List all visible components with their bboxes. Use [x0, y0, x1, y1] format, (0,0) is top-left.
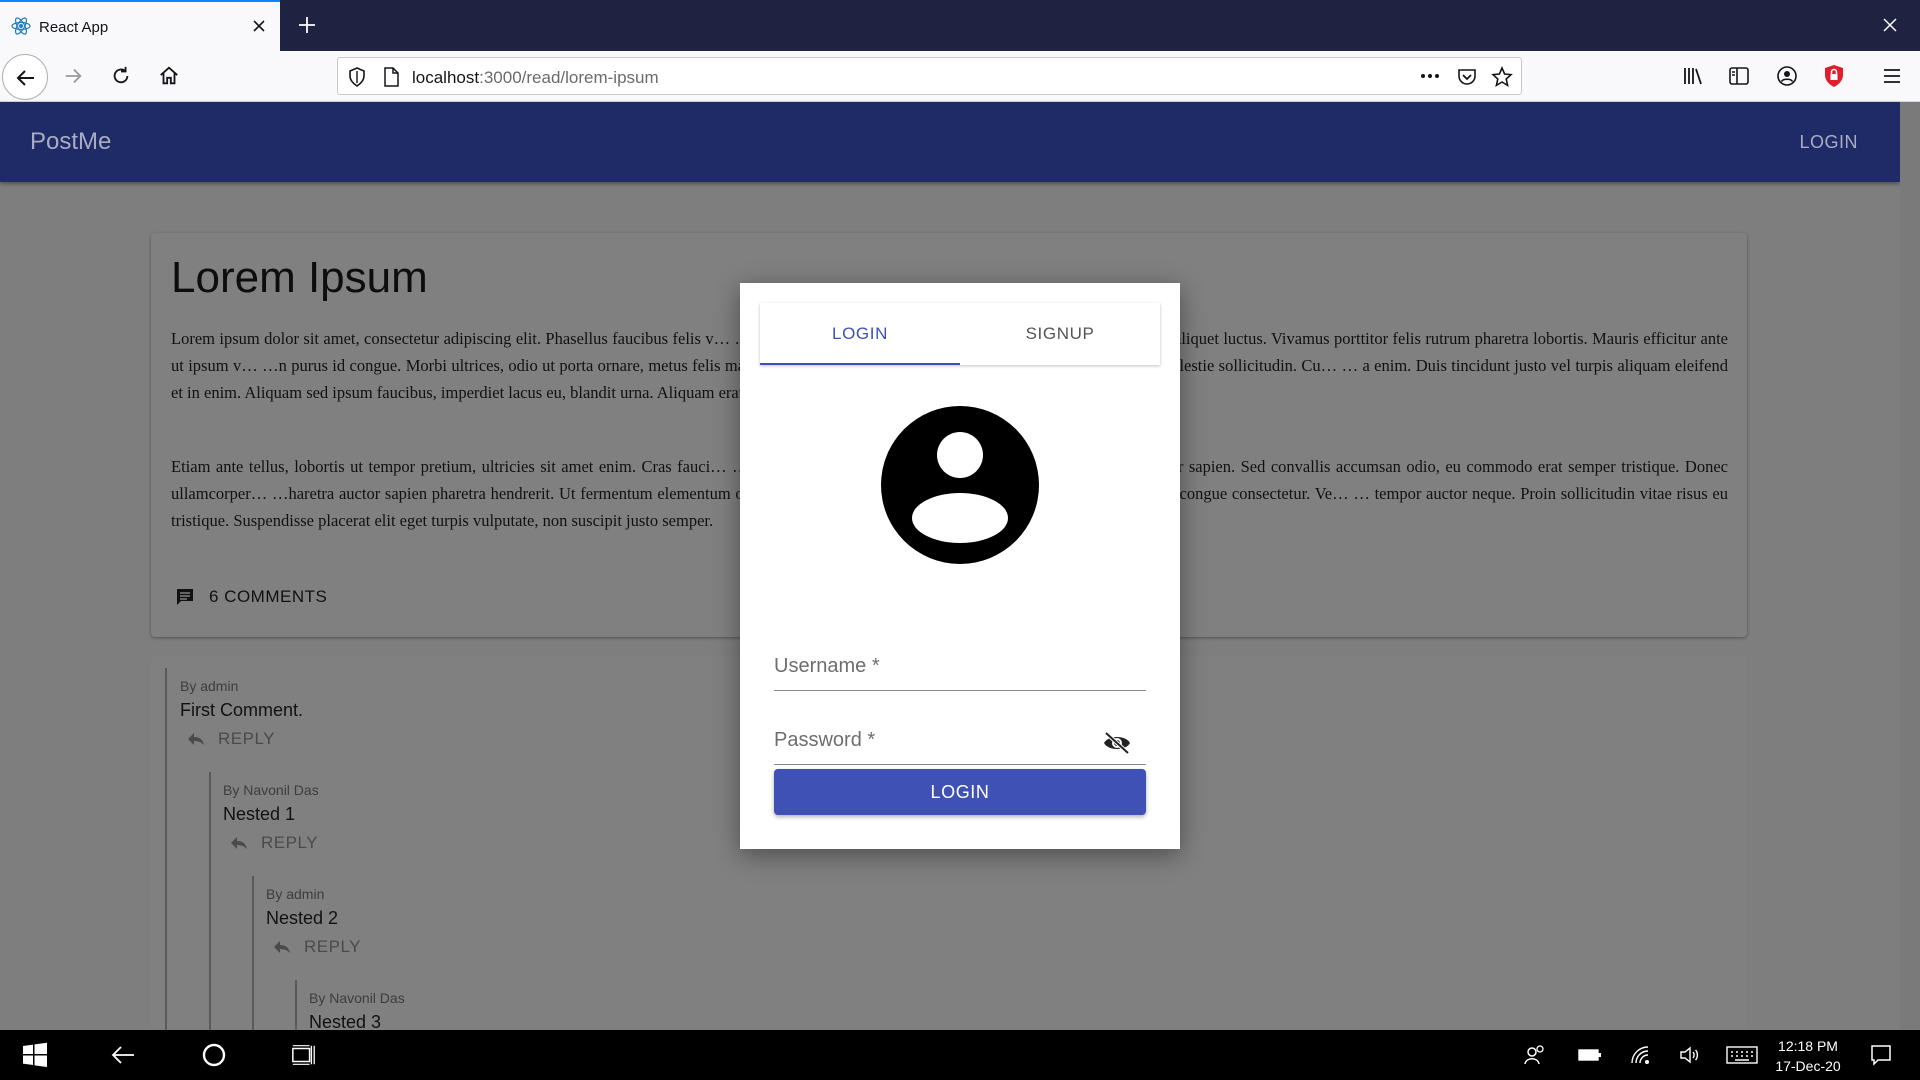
browser-toolbar: localhost:3000/read/lorem-ipsum [0, 51, 1920, 102]
window-close-icon[interactable] [1880, 15, 1900, 35]
password-field[interactable]: Password * [774, 719, 1146, 765]
cortana-circle-icon [202, 1043, 226, 1067]
new-tab-icon[interactable] [295, 13, 319, 37]
page-scrollbar[interactable] [1900, 102, 1920, 1030]
bookmark-star-icon[interactable] [1491, 66, 1513, 88]
task-view-icon [292, 1045, 315, 1065]
page-info-icon[interactable] [382, 67, 400, 87]
tab-signup[interactable]: SIGNUP [960, 303, 1160, 365]
tab-title: React App [39, 19, 109, 36]
reply-button[interactable]: REPLY [272, 937, 361, 957]
login-dialog: LOGIN SIGNUP Username * Password * LOGIN [740, 283, 1180, 849]
username-field[interactable]: Username * [774, 645, 1146, 691]
network-status[interactable] [1627, 1042, 1653, 1068]
comment-author: By admin [180, 678, 239, 694]
tab-indicator [760, 363, 960, 365]
comment-icon [177, 589, 193, 605]
wifi-icon [1631, 1046, 1649, 1064]
post-title: Lorem Ipsum [171, 253, 428, 302]
task-view-button[interactable] [291, 1042, 317, 1068]
battery-icon [1578, 1049, 1601, 1061]
password-label: Password * [774, 729, 876, 751]
visibility-off-icon[interactable] [1102, 731, 1132, 755]
system-clock[interactable]: 12:18 PM 17-Dec-20 [1768, 1036, 1848, 1076]
browser-tab-strip: React App [0, 0, 1920, 51]
menu-button[interactable] [1877, 61, 1907, 91]
battery-status[interactable] [1577, 1042, 1603, 1068]
address-bar[interactable]: localhost:3000/read/lorem-ipsum [337, 57, 1522, 95]
close-tab-icon[interactable] [250, 17, 268, 35]
comment-body: Nested 1 [223, 804, 296, 824]
comment-author: By admin [266, 886, 325, 902]
more-dots-icon[interactable] [1419, 65, 1441, 87]
account-circle-icon [881, 406, 1039, 564]
action-center-button[interactable] [1868, 1042, 1894, 1068]
reply-label: REPLY [304, 937, 361, 956]
reply-arrow-icon [188, 733, 204, 745]
comments-count-label: 6 COMMENTS [209, 587, 328, 606]
reply-arrow-icon [231, 837, 247, 849]
people-icon [1524, 1045, 1544, 1065]
windows-logo-icon [23, 1042, 47, 1067]
comment-author: By Navonil Das [309, 990, 405, 1006]
reload-icon [113, 66, 129, 84]
library-icon [1684, 68, 1702, 85]
os-taskbar: 12:18 PM 17-Dec-20 [0, 1030, 1920, 1080]
library-button[interactable] [1678, 61, 1708, 91]
comments-toggle-button[interactable]: 6 COMMENTS [175, 587, 327, 607]
auth-tabs: LOGIN SIGNUP [760, 303, 1160, 365]
comment-body: First Comment. [180, 700, 304, 720]
people-button[interactable] [1522, 1042, 1548, 1068]
browser-tab[interactable]: React App [0, 0, 280, 51]
account-button[interactable] [1772, 61, 1802, 91]
sidebar-icon [1729, 67, 1749, 85]
start-button[interactable] [22, 1042, 48, 1068]
touch-keyboard-button[interactable] [1726, 1042, 1758, 1068]
url-path: :3000/read/lorem-ipsum [479, 68, 659, 87]
clock-date: 17-Dec-20 [1775, 1058, 1841, 1074]
app-header: PostMe LOGIN [0, 102, 1900, 182]
login-submit-button[interactable]: LOGIN [774, 769, 1146, 815]
tab-login[interactable]: LOGIN [760, 303, 960, 365]
reload-button[interactable] [106, 61, 136, 91]
reply-label: REPLY [261, 833, 318, 852]
forward-button[interactable] [58, 61, 88, 91]
home-icon [160, 66, 178, 85]
comment-author: By Navonil Das [223, 782, 319, 798]
reply-arrow-icon [274, 941, 290, 953]
account-icon [1777, 66, 1797, 86]
reply-label: REPLY [218, 729, 275, 748]
home-button[interactable] [154, 61, 184, 91]
comment-body: Nested 2 [266, 908, 339, 928]
arrow-left-icon [16, 70, 34, 86]
keyboard-icon [1726, 1046, 1758, 1064]
ublock-shield-icon [1825, 65, 1843, 87]
volume-control[interactable] [1676, 1042, 1702, 1068]
header-login-button[interactable]: LOGIN [1799, 132, 1858, 153]
cortana-button[interactable] [201, 1042, 227, 1068]
ublock-extension-button[interactable] [1819, 61, 1849, 91]
reply-button[interactable]: REPLY [186, 729, 303, 749]
speaker-icon [1680, 1046, 1699, 1064]
arrow-left-icon [111, 1046, 134, 1064]
username-label: Username * [774, 655, 880, 677]
comment-thread-4: By Navonil Das Nested 3 [295, 980, 405, 1036]
url-text: localhost:3000/read/lorem-ipsum [412, 68, 659, 88]
pocket-icon[interactable] [1457, 67, 1477, 87]
clock-time: 12:18 PM [1778, 1038, 1838, 1054]
back-button[interactable] [2, 54, 48, 100]
sidebar-button[interactable] [1724, 61, 1754, 91]
tablet-back-button[interactable] [110, 1042, 136, 1068]
url-host: localhost [412, 68, 480, 87]
brand-logo-text[interactable]: PostMe [30, 128, 111, 156]
notification-icon [1871, 1045, 1891, 1066]
reply-button[interactable]: REPLY [229, 833, 319, 853]
hamburger-menu-icon [1884, 69, 1900, 83]
arrow-right-icon [65, 68, 82, 84]
react-logo-icon [11, 17, 31, 35]
tracking-shield-icon[interactable] [348, 67, 366, 87]
